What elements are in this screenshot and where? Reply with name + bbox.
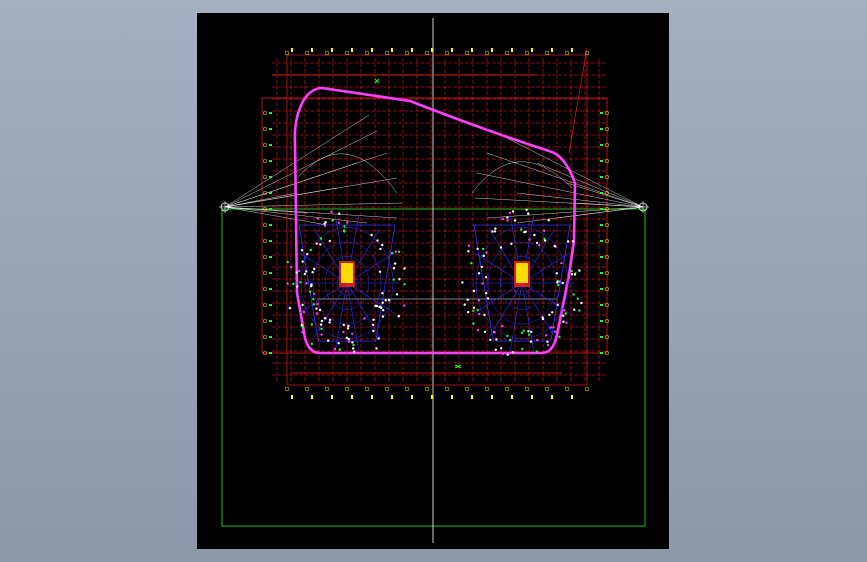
left-station (219, 201, 231, 213)
sheet-border (221, 208, 646, 527)
cad-drawing (219, 18, 649, 543)
right-station (637, 201, 649, 213)
cad-viewport[interactable] (197, 13, 669, 549)
